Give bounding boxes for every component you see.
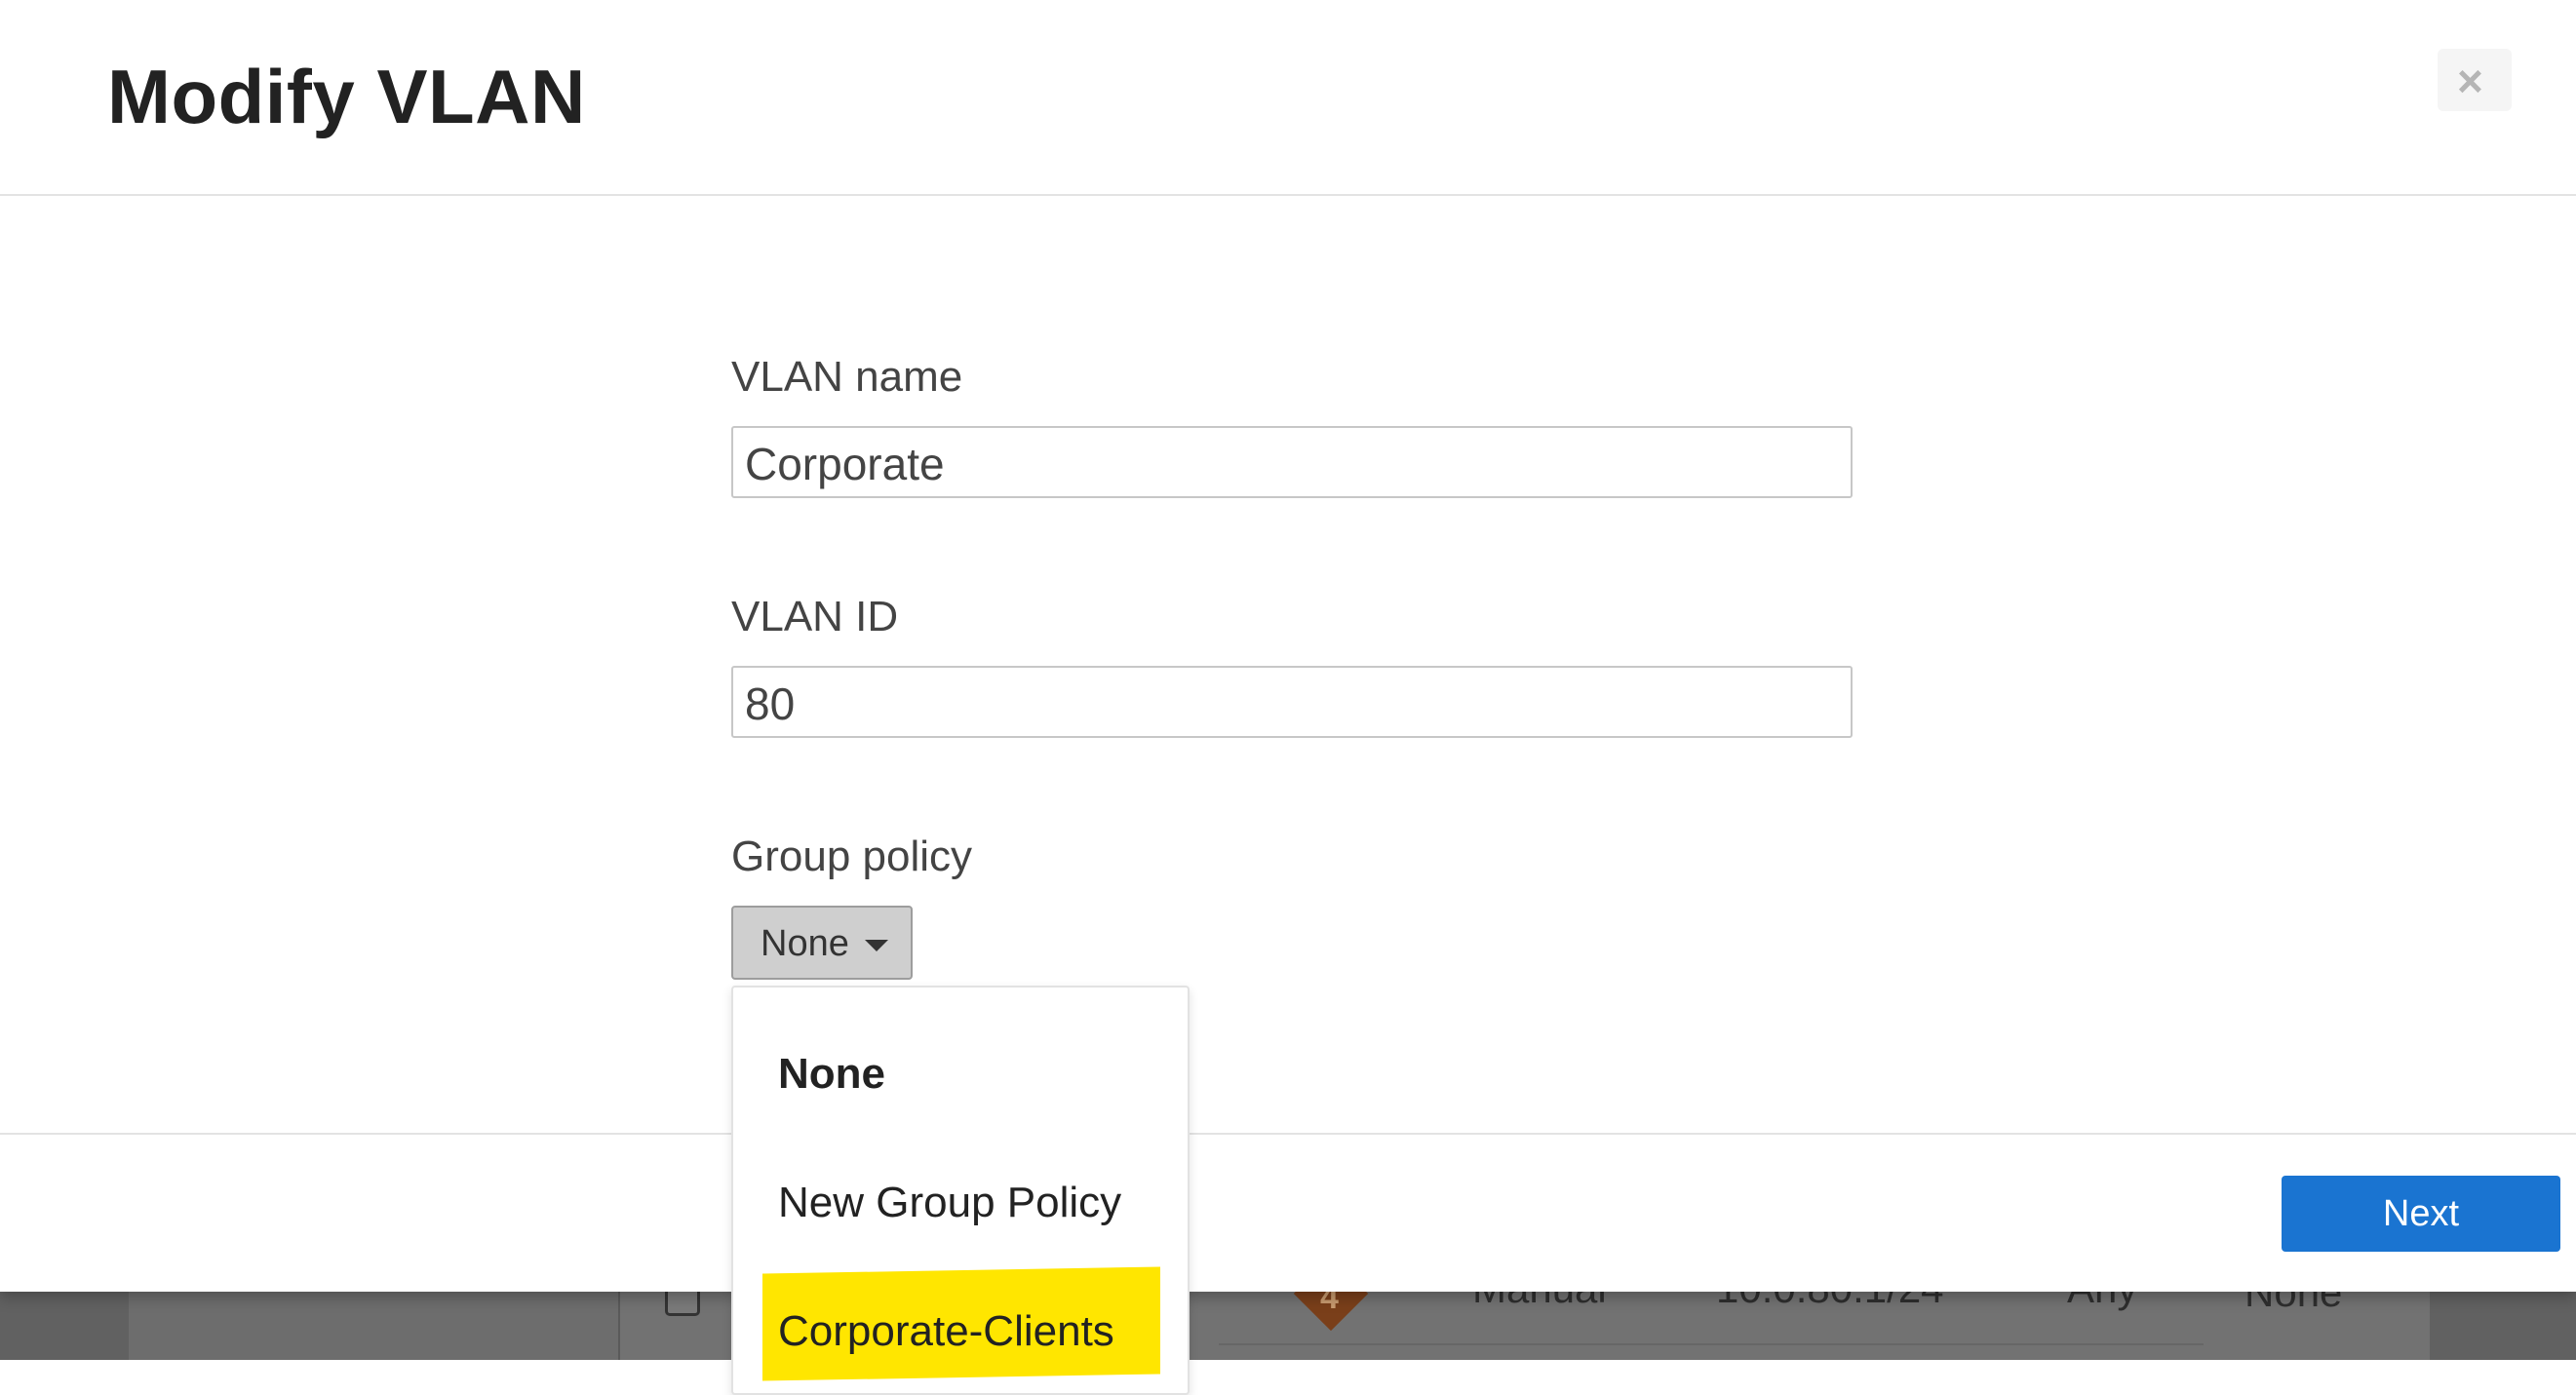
vlan-id-value: 80 — [745, 678, 796, 729]
modal-title: Modify VLAN — [107, 54, 586, 139]
vlan-name-value: Corporate — [745, 439, 945, 489]
group-policy-label: Group policy — [731, 833, 973, 880]
caret-down-icon — [865, 940, 888, 951]
close-button[interactable]: × — [2438, 49, 2512, 111]
close-icon: × — [2457, 56, 2483, 106]
vlan-id-input[interactable]: 80 — [731, 666, 1853, 738]
next-button[interactable]: Next — [2282, 1176, 2560, 1252]
vlan-name-label: VLAN name — [731, 353, 963, 401]
group-policy-dropdown[interactable]: None — [731, 906, 913, 980]
menu-item-new-group-policy[interactable]: New Group Policy — [778, 1179, 1121, 1227]
menu-item-corporate-clients[interactable]: Corporate-Clients — [778, 1307, 1114, 1356]
vlan-name-input[interactable]: Corporate — [731, 426, 1853, 498]
vlan-id-label: VLAN ID — [731, 593, 899, 640]
group-policy-selected: None — [761, 923, 849, 964]
menu-item-none[interactable]: None — [778, 1050, 885, 1099]
group-policy-menu: None New Group Policy Corporate-Clients — [731, 986, 1190, 1395]
row-divider — [1219, 1343, 2204, 1345]
modify-vlan-modal: Modify VLAN × VLAN name Corporate VLAN I… — [0, 0, 2576, 1292]
page-backdrop — [0, 1292, 2576, 1360]
modal-header: Modify VLAN × — [0, 0, 2576, 196]
footer-divider — [0, 1133, 2576, 1135]
